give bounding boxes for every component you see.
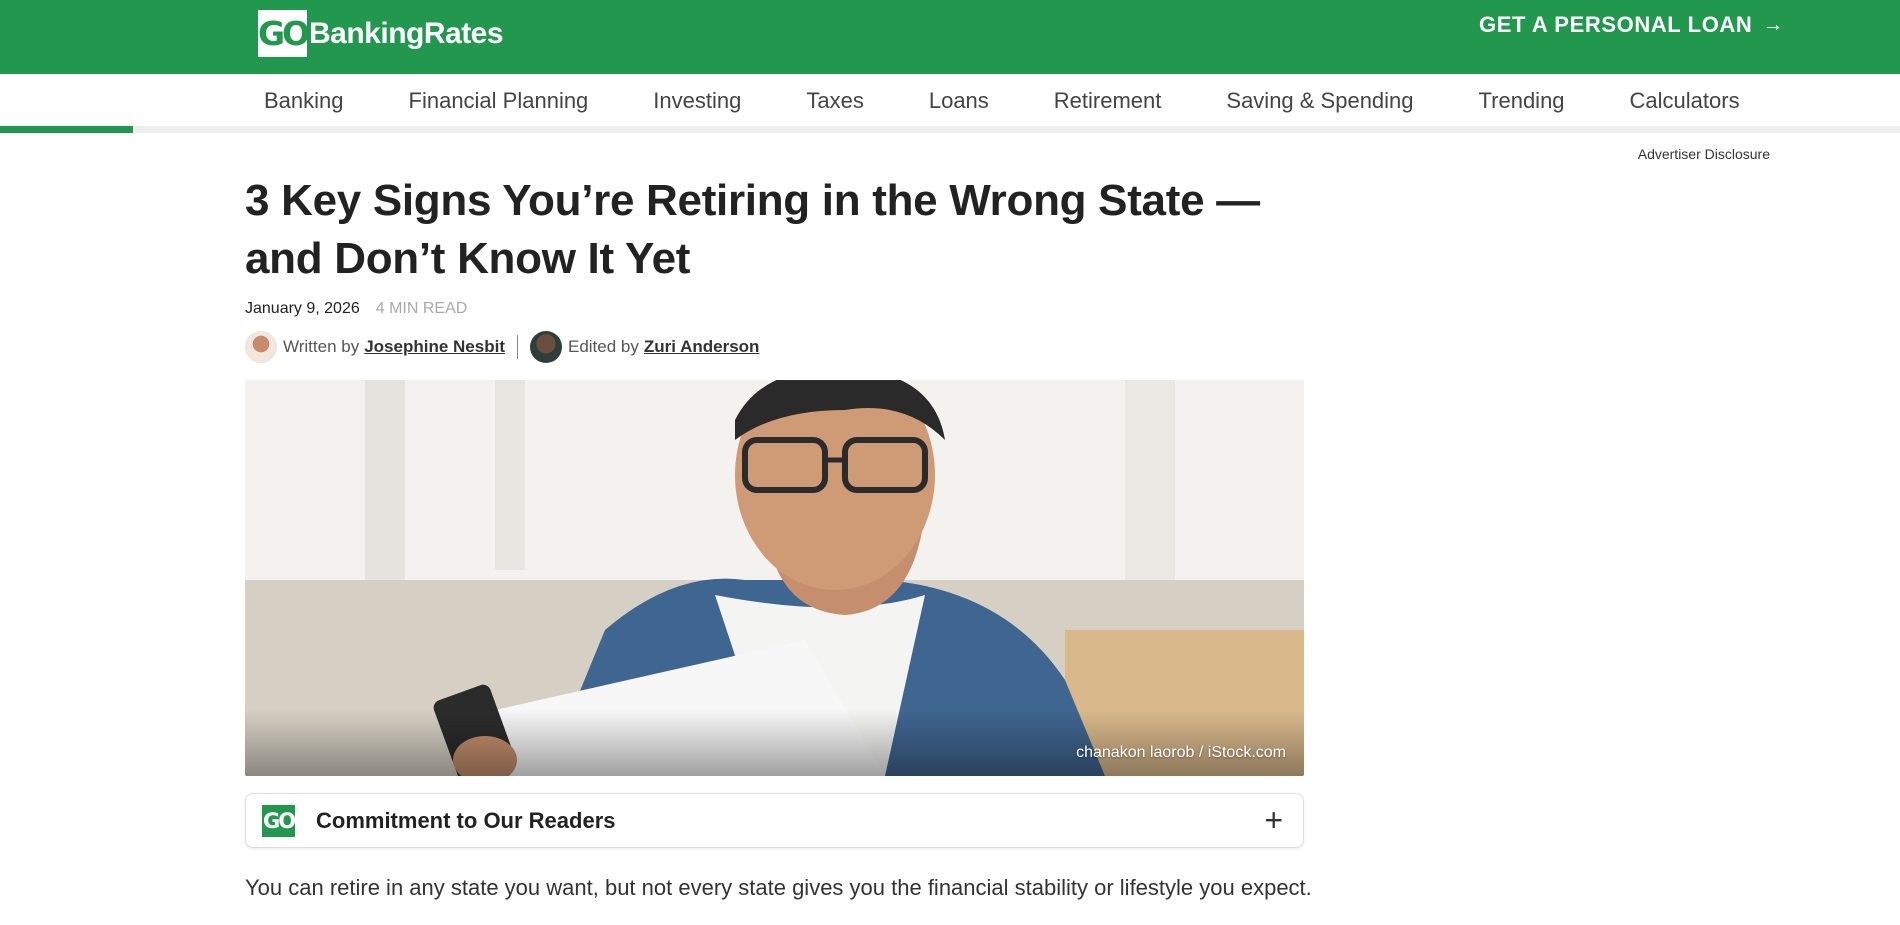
read-time: 4 MIN READ	[375, 300, 468, 317]
plus-icon[interactable]: +	[1264, 802, 1283, 838]
nav-item-retirement[interactable]: Retirement	[1054, 88, 1162, 114]
nav-list: Banking Financial Planning Investing Taxes L…	[264, 88, 1740, 114]
personal-loan-cta[interactable]: GET A PERSONAL LOAN →	[1479, 12, 1784, 38]
publish-date: January 9, 2026	[245, 300, 360, 317]
arrow-right-icon: →	[1762, 13, 1784, 36]
site-logo[interactable]: GO BankingRates	[258, 10, 504, 57]
commitment-panel[interactable]: GO Commitment to Our Readers +	[245, 793, 1304, 848]
editor-avatar	[529, 331, 562, 363]
bylines: Written by Josephine Nesbit Edited by Zu…	[245, 330, 759, 364]
nav-item-trending[interactable]: Trending	[1479, 88, 1565, 114]
author-link[interactable]: Josephine Nesbit	[364, 337, 505, 357]
hero-image: chanakon laorob / iStock.com	[245, 380, 1304, 776]
advertiser-disclosure-link[interactable]: Advertiser Disclosure	[1638, 146, 1770, 162]
article-title: 3 Key Signs You’re Retiring in the Wrong…	[245, 176, 1260, 283]
edited-by-label: Edited by	[567, 337, 639, 356]
logo-mark: GO	[258, 10, 310, 57]
image-credit: chanakon laorob / iStock.com	[1076, 744, 1286, 761]
written-by-label: Written by	[283, 337, 360, 356]
byline-divider	[516, 335, 518, 359]
reading-progress-bar	[0, 126, 1900, 133]
author-avatar	[245, 331, 277, 363]
site-header: GO BankingRates GET A PERSONAL LOAN →	[0, 0, 1900, 74]
main-nav: Banking Financial Planning Investing Taxes L…	[0, 74, 1900, 126]
nav-item-taxes[interactable]: Taxes	[806, 88, 863, 114]
hero-illustration	[245, 380, 1304, 776]
editor-link[interactable]: Zuri Anderson	[644, 337, 760, 357]
nav-item-financial-planning[interactable]: Financial Planning	[409, 88, 589, 114]
article-meta: January 9, 2026 4 MIN READ	[245, 300, 467, 318]
nav-item-loans[interactable]: Loans	[929, 88, 989, 114]
nav-item-calculators[interactable]: Calculators	[1630, 88, 1740, 114]
commitment-title: Commitment to Our Readers	[316, 807, 616, 833]
nav-item-investing[interactable]: Investing	[653, 88, 741, 114]
reading-progress-fill	[0, 126, 133, 133]
commitment-logo: GO	[262, 804, 296, 837]
nav-item-banking[interactable]: Banking	[264, 88, 344, 114]
personal-loan-cta-label: GET A PERSONAL LOAN	[1479, 12, 1753, 37]
logo-text: BankingRates	[309, 16, 504, 50]
nav-item-saving-spending[interactable]: Saving & Spending	[1226, 88, 1413, 114]
article-intro: You can retire in any state you want, bu…	[245, 875, 1312, 900]
